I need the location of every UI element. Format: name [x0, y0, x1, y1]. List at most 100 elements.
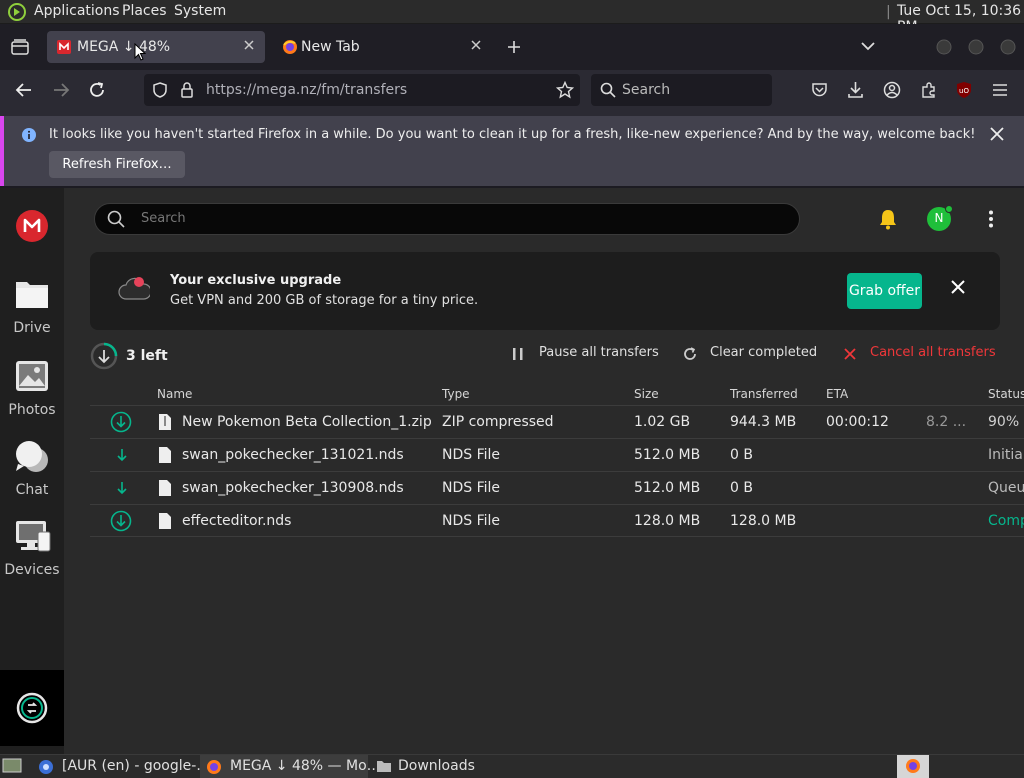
file-size: 1.02 GB — [634, 414, 691, 430]
tab-new-tab[interactable]: New Tab — [274, 31, 492, 63]
list-all-tabs-chevron-icon[interactable] — [860, 41, 876, 51]
clear-completed-button[interactable]: Clear completed — [710, 345, 817, 360]
column-header-transferred[interactable]: Transferred — [730, 387, 798, 401]
search-bar[interactable]: Search — [591, 74, 772, 106]
transferred-amount: 0 B — [730, 480, 753, 496]
close-window-icon[interactable] — [999, 38, 1017, 56]
sidebar-item-label: Devices — [4, 562, 60, 578]
transfers-left-count: 3 left — [126, 348, 168, 364]
tab-title: New Tab — [301, 39, 360, 55]
transfer-speed: 8.2 ... — [926, 414, 967, 430]
completed-status-icon — [110, 510, 132, 532]
maximize-window-icon[interactable] — [967, 38, 985, 56]
eta: 00:00:12 — [826, 414, 889, 430]
tab-mega[interactable]: MEGA ↓ 48% — [47, 31, 265, 63]
chrome-icon — [38, 759, 54, 775]
panel-separator: | — [886, 4, 891, 20]
show-desktop-icon[interactable] — [2, 758, 22, 774]
table-row[interactable]: New Pokemon Beta Collection_1.zip ZIP co… — [90, 405, 1024, 438]
applications-menu[interactable]: Applications — [34, 3, 120, 19]
forward-arrow-icon[interactable] — [52, 82, 70, 98]
file-type: NDS File — [442, 447, 501, 463]
file-name: effecteditor.nds — [182, 513, 292, 529]
file-icon — [158, 446, 172, 464]
column-header-name[interactable]: Name — [157, 387, 192, 401]
column-header-type[interactable]: Type — [442, 387, 470, 401]
more-options-kebab-icon[interactable] — [988, 210, 994, 228]
mega-logo-icon[interactable] — [16, 210, 48, 242]
svg-text:uO: uO — [959, 87, 969, 95]
extensions-puzzle-icon[interactable] — [920, 81, 938, 99]
bookmark-star-icon[interactable] — [556, 81, 574, 99]
system-menu[interactable]: System — [174, 3, 226, 19]
transfers-remaining-icon — [90, 342, 118, 370]
table-row[interactable]: swan_pokechecker_131021.nds NDS File 512… — [90, 438, 1024, 471]
column-header-status[interactable]: Status — [988, 387, 1024, 401]
sidebar-item-photos[interactable]: Photos — [0, 360, 64, 420]
tracking-protection-shield-icon[interactable] — [152, 82, 168, 98]
grab-offer-button[interactable]: Grab offer — [847, 273, 922, 309]
close-tab-icon[interactable] — [468, 37, 484, 53]
taskbar-item-firefox[interactable]: MEGA ↓ 48% — Mo… — [200, 755, 381, 778]
file-icon — [158, 512, 172, 530]
search-icon — [107, 210, 125, 228]
transferred-amount: 944.3 MB — [730, 414, 797, 430]
new-tab-plus-icon[interactable] — [506, 39, 522, 55]
lock-icon[interactable] — [180, 82, 194, 98]
zip-file-icon — [158, 413, 172, 431]
url-text[interactable]: https://mega.nz/fm/transfers — [206, 82, 407, 98]
hamburger-menu-icon[interactable] — [991, 82, 1009, 98]
distro-logo-icon[interactable] — [8, 3, 26, 21]
close-notification-icon[interactable] — [989, 126, 1005, 142]
status-text: Queu — [988, 480, 1024, 496]
firefox-view-icon[interactable] — [11, 39, 29, 55]
table-row[interactable]: effecteditor.nds NDS File 128.0 MB 128.0… — [90, 504, 1024, 537]
vpn-cloud-icon — [118, 275, 150, 301]
status-text: Comp — [988, 513, 1024, 529]
sidebar-item-chat[interactable]: Chat — [0, 440, 64, 500]
downloads-icon[interactable] — [847, 81, 864, 99]
taskbar-item-label: Downloads — [398, 758, 475, 774]
account-icon[interactable] — [883, 81, 901, 99]
mega-search-input[interactable]: Search — [94, 203, 800, 235]
file-type: NDS File — [442, 513, 501, 529]
avatar[interactable]: N — [927, 205, 953, 231]
cancel-icon[interactable] — [844, 348, 856, 360]
file-name: swan_pokechecker_131021.nds — [182, 447, 404, 463]
pocket-icon[interactable] — [811, 82, 828, 98]
sidebar-item-label: Drive — [13, 320, 51, 336]
column-header-eta[interactable]: ETA — [826, 387, 848, 401]
back-arrow-icon[interactable] — [15, 82, 33, 98]
notifications-bell-icon[interactable] — [878, 208, 898, 230]
workspace-switcher[interactable] — [897, 755, 929, 778]
sidebar-item-drive[interactable]: Drive — [0, 278, 64, 338]
file-size: 128.0 MB — [634, 513, 701, 529]
cancel-all-transfers-button[interactable]: Cancel all transfers — [870, 345, 996, 360]
queued-download-arrow-icon — [116, 448, 128, 462]
reload-icon[interactable] — [88, 81, 106, 99]
info-icon — [21, 127, 37, 143]
url-bar[interactable]: https://mega.nz/fm/transfers — [144, 74, 580, 106]
close-tab-icon[interactable] — [241, 37, 257, 53]
pause-icon[interactable] — [512, 347, 524, 361]
places-menu[interactable]: Places — [122, 3, 167, 19]
tab-title: MEGA ↓ 48% — [77, 39, 171, 55]
minimize-window-icon[interactable] — [935, 38, 953, 56]
taskbar-item-downloads[interactable]: Downloads — [372, 755, 522, 778]
downloading-status-icon — [110, 411, 132, 433]
ublock-origin-icon[interactable]: uO — [955, 81, 973, 99]
refresh-firefox-button[interactable]: Refresh Firefox… — [49, 151, 185, 178]
file-name: New Pokemon Beta Collection_1.zip — [182, 414, 432, 430]
status-text: 90% — [988, 414, 1020, 430]
transfers-sync-indicator[interactable] — [0, 670, 64, 746]
pause-all-transfers-button[interactable]: Pause all transfers — [539, 345, 659, 360]
sidebar-item-devices[interactable]: Devices — [0, 520, 64, 580]
search-icon — [600, 82, 616, 98]
table-row[interactable]: swan_pokechecker_130908.nds NDS File 512… — [90, 471, 1024, 504]
taskbar-item-chrome[interactable]: [AUR (en) - google-… — [30, 755, 210, 778]
clear-completed-icon[interactable] — [682, 346, 698, 362]
banner-title: Your exclusive upgrade — [170, 273, 342, 288]
column-header-size[interactable]: Size — [634, 387, 659, 401]
close-banner-icon[interactable] — [950, 279, 966, 295]
file-type: NDS File — [442, 480, 501, 496]
